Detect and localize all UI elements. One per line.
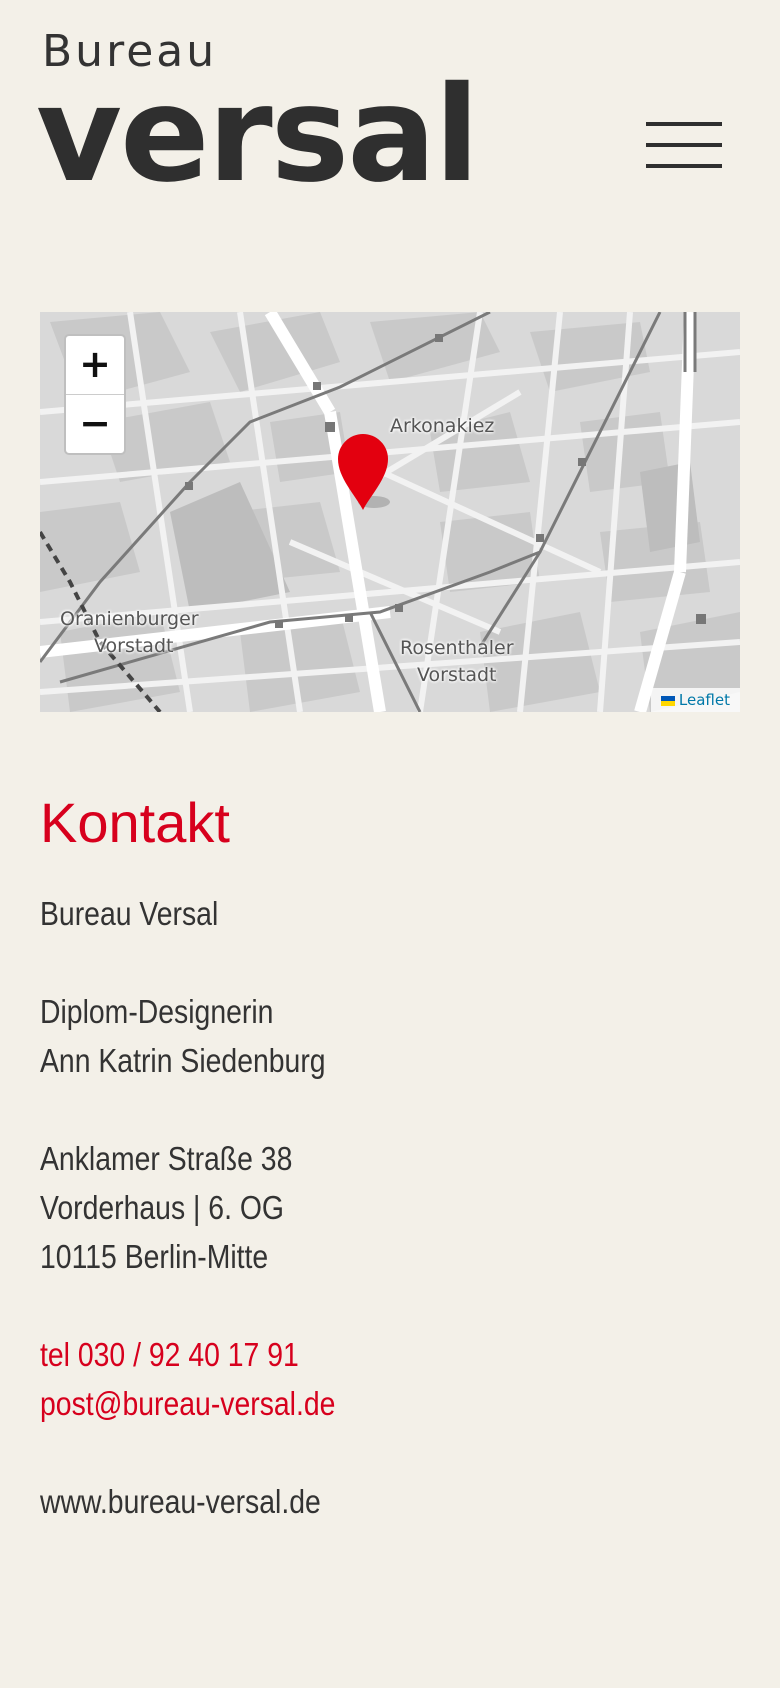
logo-main-text: versal xyxy=(36,58,480,212)
website-link[interactable]: www.bureau-versal.de xyxy=(40,1477,642,1526)
attribution-label: Leaflet xyxy=(678,691,730,709)
map-label-line: Vorstadt xyxy=(94,635,174,657)
email-link[interactable]: post@bureau-versal.de xyxy=(40,1379,642,1428)
address-building: Vorderhaus | 6. OG xyxy=(40,1189,285,1226)
map-label-oranienburger: Oranienburger Vorstadt xyxy=(60,606,199,660)
hamburger-menu-icon[interactable] xyxy=(646,122,722,172)
phone-link[interactable]: tel 030 / 92 40 17 91 xyxy=(40,1330,642,1379)
contact-heading: Kontakt xyxy=(40,791,230,854)
zoom-out-button[interactable]: − xyxy=(66,395,124,453)
map-attribution-link[interactable]: Leaflet xyxy=(650,688,740,712)
company-name: Bureau Versal xyxy=(40,895,219,932)
hamburger-bar xyxy=(646,164,722,168)
job-title: Diplom-Designerin xyxy=(40,993,274,1030)
map-label-line: Rosenthaler xyxy=(400,637,514,659)
address-city: 10115 Berlin-Mitte xyxy=(40,1238,269,1275)
zoom-in-button[interactable]: + xyxy=(66,336,124,395)
site-logo[interactable]: Bureau versal xyxy=(36,30,520,202)
map-label-arkonakiez: Arkonakiez xyxy=(390,415,495,437)
map-marker-icon[interactable] xyxy=(336,432,390,510)
location-map[interactable]: Arkonakiez Oranienburger Vorstadt Rosent… xyxy=(40,312,740,712)
hamburger-bar xyxy=(646,143,722,147)
person-name: Ann Katrin Siedenburg xyxy=(40,1042,326,1079)
address-street: Anklamer Straße 38 xyxy=(40,1140,293,1177)
map-label-line: Vorstadt xyxy=(417,664,497,686)
ukraine-flag-icon xyxy=(660,696,675,706)
map-label-line: Oranienburger xyxy=(60,608,199,630)
contact-details: Bureau Versal Diplom-Designerin Ann Katr… xyxy=(40,889,740,1526)
map-zoom-control: + − xyxy=(64,334,126,455)
hamburger-bar xyxy=(646,122,722,126)
contact-section: Kontakt Bureau Versal Diplom-Designerin … xyxy=(40,785,740,1526)
map-label-rosenthaler: Rosenthaler Vorstadt xyxy=(400,635,514,689)
